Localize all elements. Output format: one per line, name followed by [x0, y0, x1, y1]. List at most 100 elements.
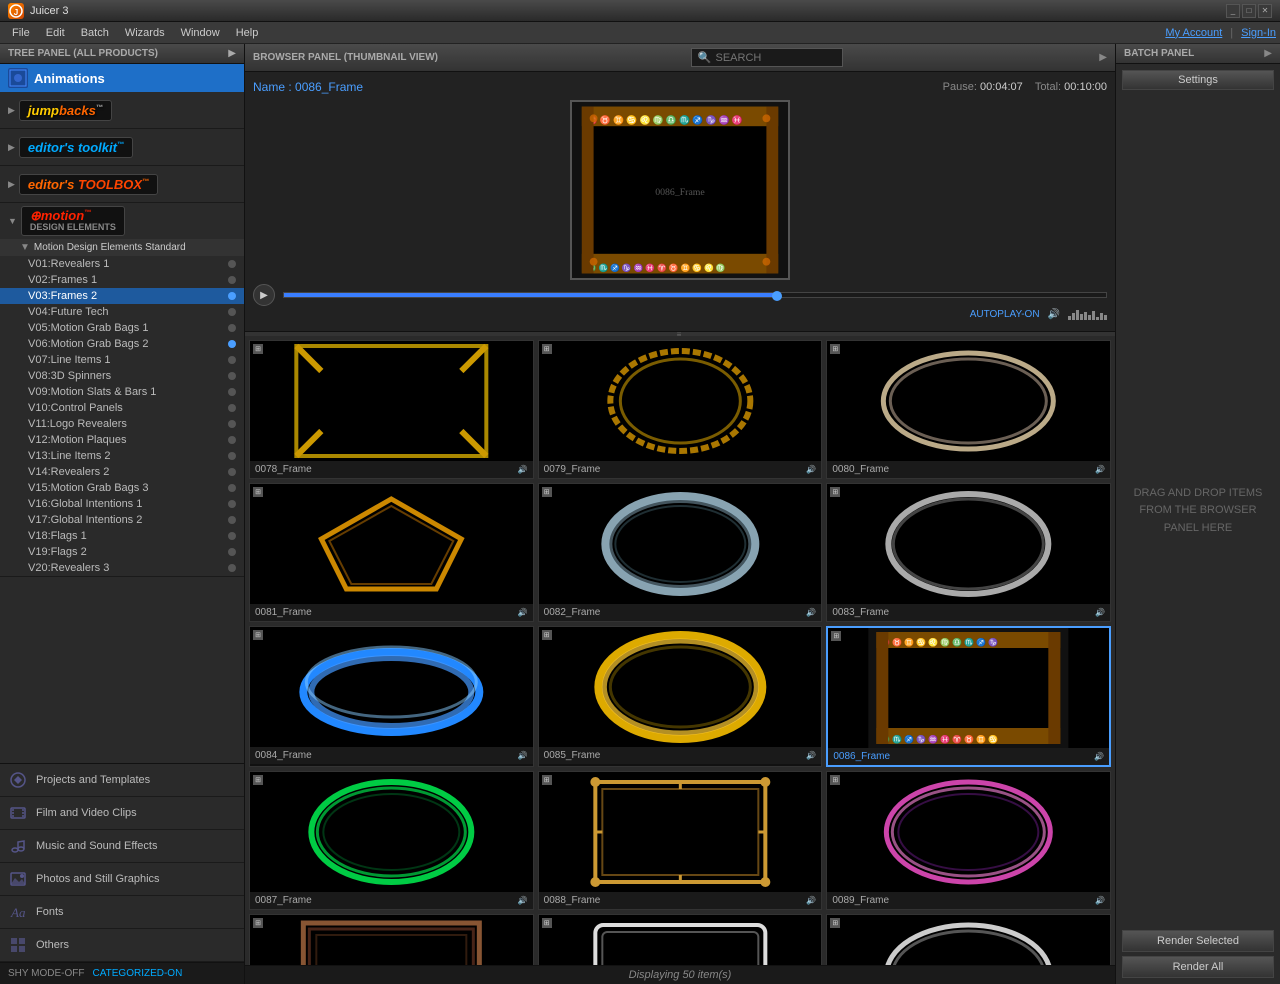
nav-music-label: Music and Sound Effects [36, 840, 157, 852]
nav-photos-label: Photos and Still Graphics [36, 873, 160, 885]
tree-item-v18-flags-1[interactable]: V18:Flags 1 [0, 528, 244, 544]
main-layout: TREE PANEL (ALL PRODUCTS) ▶ Animations ▶… [0, 44, 1280, 984]
browser-expand-button[interactable]: ▶ [1099, 52, 1107, 63]
tree-item-v01-revealers-1[interactable]: V01:Revealers 1 [0, 256, 244, 272]
thumb-0081[interactable]: ⊞ 0081_Frame 🔊 [249, 483, 534, 622]
center-panel: BROWSER PANEL (THUMBNAIL VIEW) 🔍 ▶ Name … [245, 44, 1115, 984]
thumb-0084[interactable]: ⊞ 0084_Frame 🔊 [249, 626, 534, 767]
item-dot [228, 372, 236, 380]
tree-item-v02-frames-1[interactable]: V02:Frames 1 [0, 272, 244, 288]
svg-text:0086_Frame: 0086_Frame [655, 187, 705, 198]
nav-film[interactable]: Film and Video Clips [0, 797, 244, 830]
maximize-button[interactable]: □ [1242, 4, 1256, 18]
audio-bar-5 [1084, 312, 1087, 320]
categorized-label: CATEGORIZED-ON [92, 968, 182, 979]
batch-panel-header: BATCH PANEL ▶ [1116, 44, 1280, 64]
svg-text:♎ ♏ ♐ ♑ ♒ ♓ ♈ ♉ ♊ ♋: ♎ ♏ ♐ ♑ ♒ ♓ ♈ ♉ ♊ ♋ [881, 734, 999, 744]
nav-fonts-label: Fonts [36, 906, 64, 918]
arrow-icon: ▶ [8, 105, 15, 116]
product-jumpbacks-header[interactable]: ▶ jumpbacks™ [0, 92, 244, 128]
thumb-0078[interactable]: ⊞ 0078_Frame 🔊 [249, 340, 534, 479]
thumb-0079[interactable]: ⊞ 0079_Frame 🔊 [538, 340, 823, 479]
photos-icon [8, 869, 28, 889]
thumb-name: 0088_Frame [544, 895, 601, 906]
menu-batch[interactable]: Batch [73, 25, 117, 41]
tree-item-v15-motion-grab-bags-3[interactable]: V15:Motion Grab Bags 3 [0, 480, 244, 496]
thumb-image [827, 915, 1110, 965]
animations-section-header[interactable]: Animations [0, 64, 244, 92]
tree-item-v16-global-intentions-1[interactable]: V16:Global Intentions 1 [0, 496, 244, 512]
tree-item-v17-global-intentions-2[interactable]: V17:Global Intentions 2 [0, 512, 244, 528]
tree-item-v04-future-tech[interactable]: V04:Future Tech [0, 304, 244, 320]
thumb-0082[interactable]: ⊞ 0082_Frame 🔊 [538, 483, 823, 622]
render-all-button[interactable]: Render All [1122, 956, 1274, 978]
pause-label: Pause: [943, 81, 977, 93]
tree-item-v11-logo-revealers[interactable]: V11:Logo Revealers [0, 416, 244, 432]
thumb-image [250, 341, 533, 461]
product-motion-design-header[interactable]: ▼ ⊕motion™ DESIGN ELEMENTS [0, 203, 244, 239]
total-time: 00:10:00 [1064, 81, 1107, 93]
motion-design-logo: ⊕motion™ DESIGN ELEMENTS [21, 207, 125, 235]
tree-item-v14-revealers-2[interactable]: V14:Revealers 2 [0, 464, 244, 480]
expand-icon: ⊞ [253, 487, 263, 497]
thumb-0088[interactable]: ⊞ 0088_Frame 🔊 [538, 771, 823, 910]
thumb-0085[interactable]: ⊞ 0085_Frame 🔊 [538, 626, 823, 767]
menu-file[interactable]: File [4, 25, 38, 41]
tree-expand-button[interactable]: ▶ [228, 48, 236, 59]
thumb-0091[interactable]: ⊞ 0091_Frame 🔊 [538, 914, 823, 965]
tree-item-v08-3d-spinners[interactable]: V08:3D Spinners [0, 368, 244, 384]
minimize-button[interactable]: _ [1226, 4, 1240, 18]
menu-wizards[interactable]: Wizards [117, 25, 173, 41]
tree-item-v10-control-panels[interactable]: V10:Control Panels [0, 400, 244, 416]
thumb-0080[interactable]: ⊞ 0080_Frame 🔊 [826, 340, 1111, 479]
item-dot [228, 420, 236, 428]
titlebar: J Juicer 3 _ □ ✕ [0, 0, 1280, 22]
tree-item-v20-revealers-3[interactable]: V20:Revealers 3 [0, 560, 244, 576]
thumb-label: 0081_Frame 🔊 [250, 604, 533, 621]
nav-music[interactable]: Music and Sound Effects [0, 830, 244, 863]
music-icon [8, 836, 28, 856]
menu-window[interactable]: Window [173, 25, 228, 41]
thumb-name: 0084_Frame [255, 750, 312, 761]
search-input[interactable] [716, 52, 836, 64]
expand-icon: ⊞ [542, 487, 552, 497]
tree-panel-header: TREE PANEL (ALL PRODUCTS) ▶ [0, 44, 244, 64]
tree-item-v03-frames-2[interactable]: V03:Frames 2 [0, 288, 244, 304]
item-dot [228, 324, 236, 332]
tree-item-v06-motion-grab-bags-2[interactable]: V06:Motion Grab Bags 2 [0, 336, 244, 352]
svg-text:♈ ♉ ♊ ♋ ♌ ♍ ♎ ♏ ♐ ♑ ♒ ♓: ♈ ♉ ♊ ♋ ♌ ♍ ♎ ♏ ♐ ♑ ♒ ♓ [587, 114, 743, 125]
nav-projects-label: Projects and Templates [36, 774, 150, 786]
thumb-0086[interactable]: ⊞ ♈ ♉ ♊ ♋ ♌ ♍ ♎ ♏ ♐ ♑♎ ♏ ♐ ♑ ♒ ♓ ♈ ♉ ♊ ♋… [826, 626, 1111, 767]
thumb-0087[interactable]: ⊞ 0087_Frame 🔊 [249, 771, 534, 910]
play-button[interactable]: ▶ [253, 284, 275, 306]
thumb-0090[interactable]: ⊞ 0090_Frame 🔊 [249, 914, 534, 965]
tree-item-v07-line-items-1[interactable]: V07:Line Items 1 [0, 352, 244, 368]
product-editors-toolkit-header[interactable]: ▶ editor's toolkit™ [0, 129, 244, 165]
audio-bar-10 [1104, 315, 1107, 320]
film-icon [8, 803, 28, 823]
thumb-0089[interactable]: ⊞ 0089_Frame 🔊 [826, 771, 1111, 910]
thumb-0083[interactable]: ⊞ 0083_Frame 🔊 [826, 483, 1111, 622]
svg-text:♈ ♉ ♊ ♋ ♌ ♍ ♎ ♏ ♐ ♑: ♈ ♉ ♊ ♋ ♌ ♍ ♎ ♏ ♐ ♑ [881, 637, 999, 647]
close-button[interactable]: ✕ [1258, 4, 1272, 18]
nav-fonts[interactable]: Aa Fonts [0, 896, 244, 929]
my-account-link[interactable]: My Account [1165, 27, 1222, 39]
batch-expand-button[interactable]: ▶ [1264, 48, 1272, 59]
nav-photos[interactable]: Photos and Still Graphics [0, 863, 244, 896]
menu-edit[interactable]: Edit [38, 25, 73, 41]
tree-item-v19-flags-2[interactable]: V19:Flags 2 [0, 544, 244, 560]
sign-in-link[interactable]: Sign-In [1241, 27, 1276, 39]
menu-help[interactable]: Help [228, 25, 267, 41]
product-editors-toolbox-header[interactable]: ▶ editor's TOOLBOX™ [0, 166, 244, 202]
render-selected-button[interactable]: Render Selected [1122, 930, 1274, 952]
tree-item-v09-motion-slats---bars-1[interactable]: V09:Motion Slats & Bars 1 [0, 384, 244, 400]
tree-item-v12-motion-plaques[interactable]: V12:Motion Plaques [0, 432, 244, 448]
settings-button[interactable]: Settings [1122, 70, 1274, 90]
progress-track[interactable] [283, 292, 1107, 298]
search-area: 🔍 [691, 48, 843, 67]
nav-projects[interactable]: Projects and Templates [0, 764, 244, 797]
tree-item-v05-motion-grab-bags-1[interactable]: V05:Motion Grab Bags 1 [0, 320, 244, 336]
nav-others[interactable]: Others [0, 929, 244, 962]
thumb-0092[interactable]: ⊞ 0092_Frame 🔊 [826, 914, 1111, 965]
tree-item-v13-line-items-2[interactable]: V13:Line Items 2 [0, 448, 244, 464]
